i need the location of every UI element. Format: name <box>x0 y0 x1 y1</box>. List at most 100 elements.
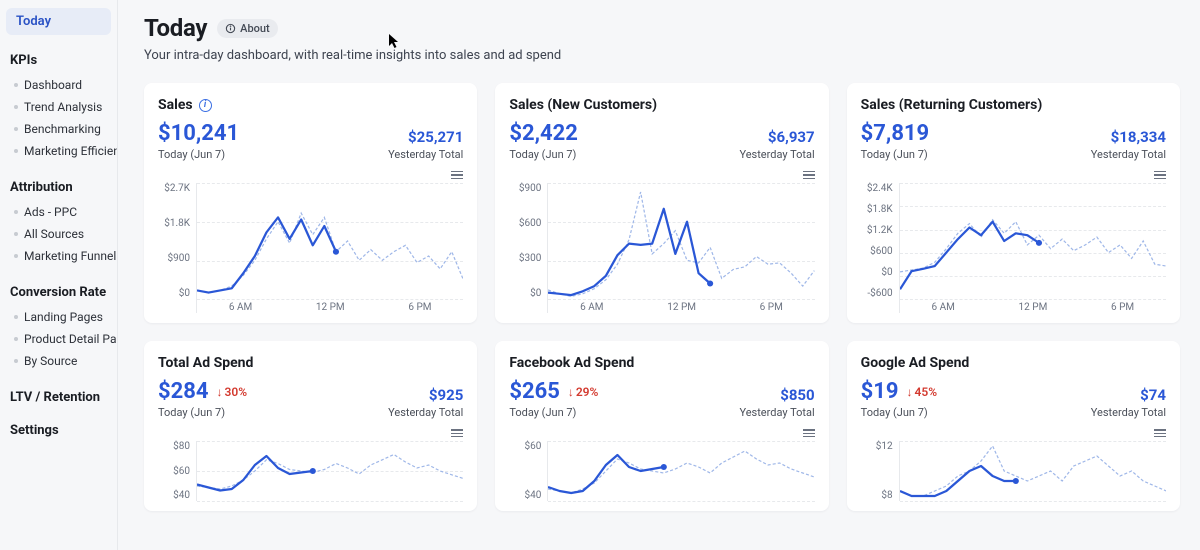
kpi-grid: Salesi $10,241 Today (Jun 7) $25,271 Yes… <box>144 83 1180 511</box>
delta-badge: 29% <box>568 385 599 399</box>
kpi-card: Google Ad Spend $1945% Today (Jun 7) $74… <box>847 341 1180 511</box>
kpi-card: Sales (Returning Customers) $7,819 Today… <box>847 83 1180 323</box>
kpi-yesterday-label: Yesterday Total <box>388 406 463 419</box>
y-tick: $12 <box>861 441 893 452</box>
x-tick: 6 AM <box>229 302 252 313</box>
sidebar-head[interactable]: LTV / Retention <box>10 390 107 405</box>
sidebar-item[interactable]: Trend Analysis <box>6 96 111 118</box>
y-tick: $60 <box>509 441 541 452</box>
card-title: Salesi <box>158 97 463 113</box>
y-tick: $40 <box>509 490 541 501</box>
main-content: Today About Your intra-day dashboard, wi… <box>118 0 1200 550</box>
sidebar-item[interactable]: Ads - PPC <box>6 201 111 223</box>
sidebar-head: Conversion Rate <box>10 285 107 300</box>
kpi-today-label: Today (Jun 7) <box>158 406 247 419</box>
hamburger-icon[interactable] <box>803 429 815 437</box>
delta-badge: 45% <box>907 385 938 399</box>
kpi-yesterday-label: Yesterday Total <box>739 148 814 161</box>
y-axis: $2.7K$1.8K$900$0 <box>158 183 196 313</box>
kpi-yesterday-value: $925 <box>388 386 463 404</box>
sidebar-item[interactable]: Benchmarking <box>6 118 111 140</box>
sidebar-head: Attribution <box>10 180 107 195</box>
y-tick: $600 <box>861 246 893 257</box>
kpi-yesterday-label: Yesterday Total <box>388 148 463 161</box>
kpi-today-value: $7,819 <box>861 121 930 146</box>
about-label: About <box>240 22 270 35</box>
y-tick: $8 <box>861 490 893 501</box>
kpi-today-value: $28430% <box>158 379 247 404</box>
sidebar-head: KPIs <box>10 53 107 68</box>
kpi-yesterday-value: $18,334 <box>1091 128 1166 146</box>
hamburger-icon[interactable] <box>451 429 463 437</box>
kpi-yesterday-value: $25,271 <box>388 128 463 146</box>
chart: $60 $40 <box>509 441 814 501</box>
y-tick: $300 <box>509 253 541 264</box>
card-title: Sales (New Customers) <box>509 97 814 113</box>
sidebar-item[interactable]: By Source <box>6 350 111 372</box>
kpi-today-value: $26529% <box>509 379 598 404</box>
kpi-yesterday-value: $850 <box>739 386 814 404</box>
plot-area <box>547 441 814 501</box>
chart: $900$600$300$0 6 AM12 PM6 PM <box>509 183 814 313</box>
kpi-card: Total Ad Spend $28430% Today (Jun 7) $92… <box>144 341 477 511</box>
sidebar-item[interactable]: Marketing Funnel <box>6 245 111 267</box>
y-axis: $2.4K$1.8K$1.2K$600$0-$600 <box>861 183 899 313</box>
about-button[interactable]: About <box>217 19 278 38</box>
y-tick: $60 <box>158 466 190 477</box>
info-icon <box>225 23 236 34</box>
y-tick: $600 <box>509 218 541 229</box>
kpi-today-label: Today (Jun 7) <box>861 148 930 161</box>
sidebar-item[interactable]: Marketing Efficiency <box>6 140 111 162</box>
chart: $12 $8 <box>861 441 1166 501</box>
hamburger-icon[interactable] <box>451 171 463 179</box>
page-title: Today <box>144 14 207 42</box>
plot-area: 6 AM 12 PM 6 PM <box>196 183 463 313</box>
kpi-yesterday-label: Yesterday Total <box>1091 406 1166 419</box>
sidebar-item[interactable]: All Sources <box>6 223 111 245</box>
info-icon[interactable]: i <box>199 99 212 112</box>
x-tick: 6 PM <box>1111 302 1134 313</box>
y-axis: $900$600$300$0 <box>509 183 547 313</box>
plot-area: 6 AM12 PM6 PM <box>547 183 814 313</box>
y-tick: $2.7K <box>158 183 190 194</box>
sidebar-item[interactable]: Product Detail Pages <box>6 328 111 350</box>
sidebar-active-today[interactable]: Today <box>6 8 111 35</box>
hamburger-icon[interactable] <box>1154 171 1166 179</box>
x-tick: 6 AM <box>932 302 955 313</box>
y-tick: $2.4K <box>861 183 893 194</box>
plot-area <box>196 441 463 501</box>
x-tick: 12 PM <box>1019 302 1048 313</box>
y-tick: $40 <box>158 490 190 501</box>
y-tick: $0 <box>861 267 893 278</box>
x-axis: 6 AM12 PM6 PM <box>548 302 814 313</box>
y-tick: $0 <box>158 288 190 299</box>
hamburger-icon[interactable] <box>1154 429 1166 437</box>
y-tick: $1.8K <box>861 204 893 215</box>
chart: $2.7K$1.8K$900$0 6 AM12 PM6 PM <box>158 183 463 313</box>
page-subtitle: Your intra-day dashboard, with real-time… <box>144 48 1180 63</box>
x-tick: 12 PM <box>667 302 696 313</box>
y-tick: $1.2K <box>861 225 893 236</box>
hamburger-icon[interactable] <box>803 171 815 179</box>
kpi-today-label: Today (Jun 7) <box>158 148 239 161</box>
card-title: Facebook Ad Spend <box>509 355 814 371</box>
sidebar-head[interactable]: Settings <box>10 423 107 438</box>
kpi-yesterday-label: Yesterday Total <box>739 406 814 419</box>
kpi-today-label: Today (Jun 7) <box>509 148 578 161</box>
y-tick: $0 <box>509 288 541 299</box>
x-axis: 6 AM 12 PM 6 PM <box>900 302 1166 313</box>
plot-area: 6 AM 12 PM 6 PM <box>899 183 1166 313</box>
x-tick: 6 PM <box>408 302 431 313</box>
kpi-card: Salesi $10,241 Today (Jun 7) $25,271 Yes… <box>144 83 477 323</box>
delta-badge: 30% <box>217 385 248 399</box>
sidebar-item[interactable]: Landing Pages <box>6 306 111 328</box>
x-tick: 12 PM <box>316 302 345 313</box>
y-axis: $60 $40 <box>509 441 547 501</box>
y-tick: $1.8K <box>158 218 190 229</box>
sidebar-item[interactable]: Dashboard <box>6 74 111 96</box>
sidebar: Today KPIs DashboardTrend AnalysisBenchma… <box>0 0 118 550</box>
kpi-today-value: $10,241 <box>158 121 239 146</box>
chart: $80$60$40 <box>158 441 463 501</box>
kpi-yesterday-value: $6,937 <box>739 128 814 146</box>
card-title: Google Ad Spend <box>861 355 1166 371</box>
